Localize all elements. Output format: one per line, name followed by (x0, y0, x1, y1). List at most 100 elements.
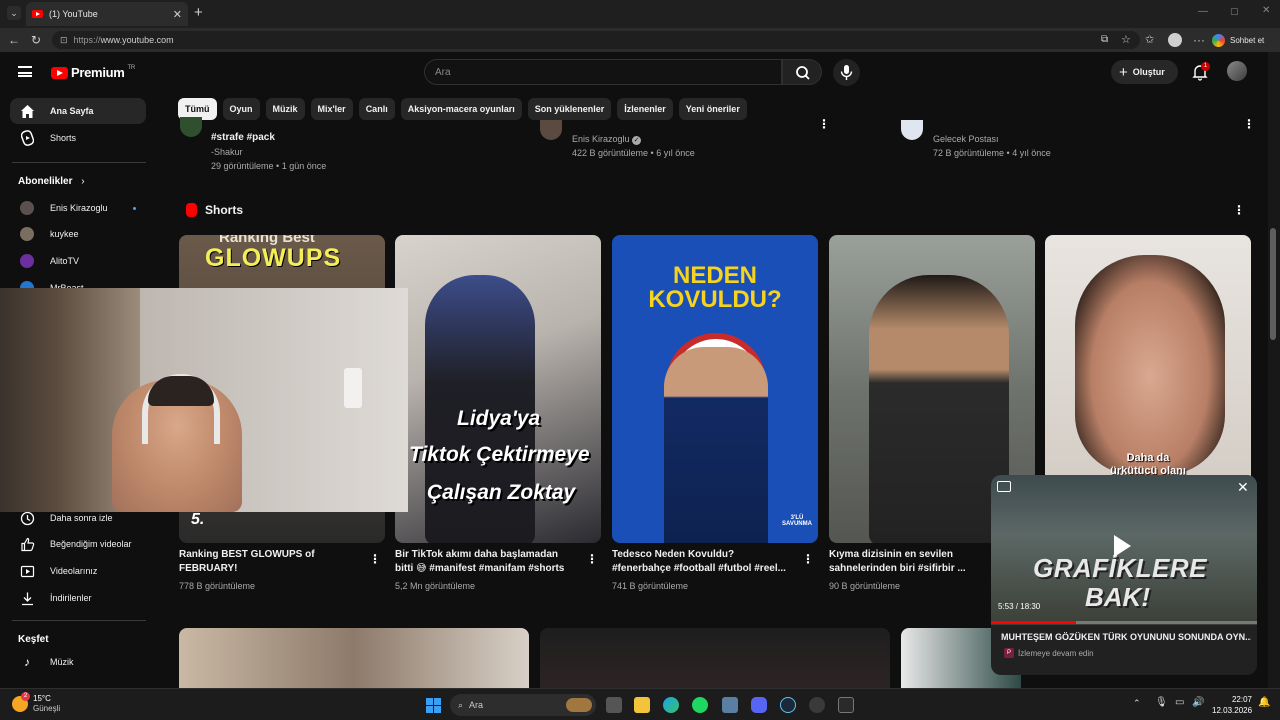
short-info[interactable]: Tedesco Neden Kovuldu? #fenerbahçe #foot… (612, 548, 802, 593)
play-button-icon[interactable] (1114, 535, 1131, 557)
sidebar-item-shorts[interactable]: Shorts (10, 125, 146, 151)
video-thumbnail[interactable] (540, 628, 890, 688)
sidebar-item-downloads[interactable]: İndirilenler (10, 585, 146, 611)
site-info-icon[interactable]: ⊡ (60, 35, 68, 46)
task-view-icon[interactable] (606, 697, 622, 713)
minimize-icon[interactable]: — (1198, 6, 1208, 17)
tab-youtube[interactable]: (1) YouTube ✕ (26, 2, 188, 26)
channel-name[interactable]: -Shakur (211, 145, 326, 159)
menu-hamburger-icon[interactable] (18, 66, 32, 77)
sidebar-item-music[interactable]: ♪ Müzik (10, 649, 146, 675)
account-avatar[interactable] (1227, 61, 1247, 81)
channel-name[interactable]: Enis Kirazoglu ✓ (572, 132, 695, 146)
channel-avatar[interactable] (180, 117, 202, 137)
volume-icon[interactable]: 🔊 (1192, 697, 1204, 708)
short-info[interactable]: Bir TikTok akımı daha başlamadan bitti 😅… (395, 548, 585, 593)
app-icon[interactable] (809, 697, 825, 713)
favorites-icon[interactable]: ✩ (1145, 28, 1154, 52)
chip-mixes[interactable]: Mix'ler (310, 98, 353, 120)
person-figure (869, 275, 1009, 543)
new-content-dot (133, 206, 136, 210)
network-icon[interactable]: ▭ (1175, 697, 1184, 708)
subscriptions-heading[interactable]: Abonelikler › (18, 176, 85, 187)
video-thumbnail[interactable] (179, 628, 529, 688)
download-icon (19, 590, 35, 606)
search-input[interactable]: Ara (424, 59, 782, 85)
network-app-icon[interactable] (722, 697, 738, 713)
app-available-icon[interactable]: ⧉ (1101, 28, 1108, 52)
sidebar-item-label: AlitoTV (50, 256, 80, 266)
clock[interactable]: 22:07 12.03.2026 (1212, 694, 1252, 716)
mini-player-video[interactable]: GRAFİKLERE BAK! ✕ 5:53 / 18:30 (991, 475, 1257, 625)
voice-search-button[interactable] (833, 59, 860, 86)
spotify-icon[interactable] (692, 697, 708, 713)
chip-recently-uploaded[interactable]: Son yüklenenler (527, 98, 612, 120)
search-button[interactable] (782, 59, 822, 85)
chevron-right-icon: › (81, 176, 85, 187)
tab-list-icon[interactable]: ⌄ (7, 6, 21, 20)
sidebar-item-subscription[interactable]: kuykee (10, 221, 146, 247)
person-face (1075, 255, 1225, 475)
thumb-text: BAK! (1085, 582, 1150, 612)
more-actions-icon[interactable]: ⋮ (818, 117, 830, 131)
page-scrollbar[interactable] (1268, 52, 1280, 688)
chip-watched[interactable]: İzlenenler (617, 98, 673, 120)
expand-player-icon[interactable] (997, 481, 1011, 492)
show-hidden-icons[interactable]: ⌃ (1133, 698, 1141, 709)
edge-browser-icon[interactable] (663, 697, 679, 713)
restore-icon[interactable]: ▢ (1230, 6, 1239, 17)
back-icon[interactable]: ← (8, 28, 20, 52)
discord-icon[interactable] (751, 697, 767, 713)
channel-avatar[interactable] (901, 120, 923, 140)
sidebar-item-your-videos[interactable]: Videolarınız (10, 558, 146, 584)
weather-widget[interactable]: 2 15°C Güneşli (12, 692, 60, 714)
create-button[interactable]: + Oluştur (1111, 60, 1178, 84)
sidebar-divider (12, 620, 146, 621)
mini-player-title[interactable]: MUHTEŞEM GÖZÜKEN TÜRK OYUNUNU SONUNDA OY… (1001, 632, 1251, 642)
favorite-star-icon[interactable]: ☆ (1121, 28, 1131, 52)
chip-new-to-you[interactable]: Yeni öneriler (678, 98, 747, 120)
chip-action-adventure[interactable]: Aksiyon-macera oyunları (400, 98, 522, 120)
chip-live[interactable]: Canlı (358, 98, 395, 120)
channel-name[interactable]: Gelecek Postası (933, 132, 1051, 146)
video-title[interactable]: #strafe #pack (211, 131, 326, 145)
tab-close-icon[interactable]: ✕ (173, 8, 182, 21)
more-menu-icon[interactable]: ··· (1193, 28, 1205, 52)
sidebar-item-subscription[interactable]: AlitoTV (10, 248, 146, 274)
wall-outlet (344, 368, 362, 408)
channel-avatar[interactable] (540, 120, 562, 140)
taskbar-search[interactable]: ⌕ Ara (450, 694, 596, 716)
steam-icon[interactable] (780, 697, 796, 713)
chip-games[interactable]: Oyun (222, 98, 260, 120)
more-actions-icon[interactable]: ⋮ (1243, 117, 1255, 131)
more-actions-icon[interactable]: ⋮ (802, 552, 814, 566)
chip-music[interactable]: Müzik (265, 98, 305, 120)
short-info[interactable]: Ranking BEST GLOWUPS of FEBRUARY! 778 B … (179, 548, 369, 593)
sidebar-item-home[interactable]: Ana Sayfa (10, 98, 146, 124)
reload-icon[interactable]: ↻ (31, 28, 41, 52)
microphone-tray-icon[interactable]: 🎙 (1155, 697, 1168, 708)
close-mini-player-icon[interactable]: ✕ (1237, 479, 1249, 496)
mini-player[interactable]: GRAFİKLERE BAK! ✕ 5:53 / 18:30 MUHTEŞEM … (991, 475, 1257, 675)
epic-games-icon[interactable] (838, 697, 854, 713)
weather-badge: 2 (21, 692, 30, 701)
url-field[interactable]: ⊡ https:// www.youtube.com (52, 31, 1140, 49)
sidebar-item-label: Shorts (50, 133, 77, 143)
more-actions-icon[interactable]: ⋮ (586, 552, 598, 566)
new-tab-icon[interactable]: + (194, 4, 203, 21)
shelf-more-icon[interactable]: ⋮ (1233, 203, 1245, 217)
start-button-icon[interactable] (426, 698, 441, 713)
more-actions-icon[interactable]: ⋮ (369, 552, 381, 566)
profile-avatar-icon[interactable] (1168, 33, 1182, 47)
notification-center-icon[interactable]: 🔔 (1258, 697, 1270, 708)
page-scrollbar-thumb[interactable] (1270, 228, 1276, 340)
file-explorer-icon[interactable] (634, 697, 650, 713)
sidebar-item-subscription[interactable]: Enis Kirazoglu (10, 195, 146, 221)
youtube-premium-logo[interactable]: Premium TR (51, 65, 135, 80)
window-close-icon[interactable]: ✕ (1262, 5, 1270, 16)
copilot-chat-button[interactable]: Sohbet et (1212, 31, 1274, 49)
sidebar-item-liked-videos[interactable]: Beğendiğim videolar (10, 531, 146, 557)
short-thumbnail[interactable]: Lidya'ya Tiktok Çektirmeye Çalışan Zokta… (395, 235, 601, 543)
short-thumbnail[interactable]: NEDEN KOVULDU? 3'LÜ SAVUNMA (612, 235, 818, 543)
progress-fill (991, 621, 1077, 624)
